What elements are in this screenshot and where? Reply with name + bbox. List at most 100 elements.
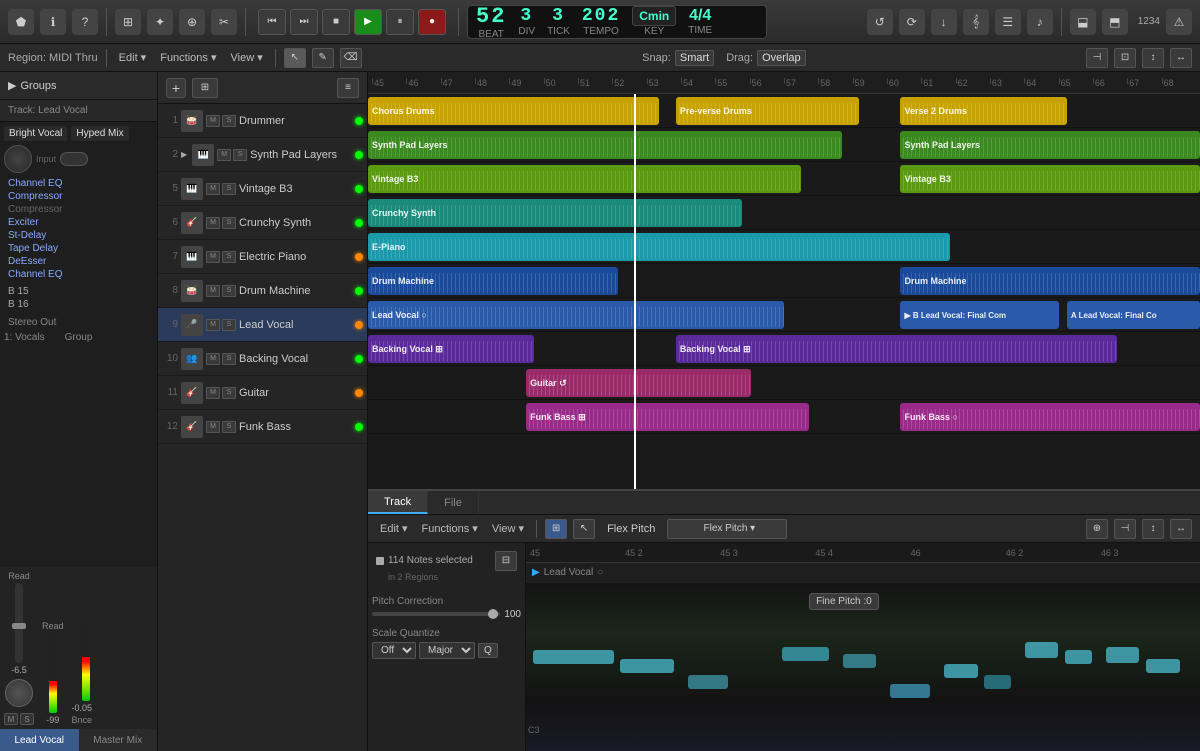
clip-funk-bass2[interactable]: Funk Bass ○ xyxy=(900,403,1200,431)
play-button[interactable]: ▶ xyxy=(354,9,382,35)
clip-vintage2[interactable]: Vintage B3 xyxy=(900,165,1200,193)
bottom-align-btn[interactable]: ⊣ xyxy=(1114,519,1136,539)
bottom-tool-link[interactable]: ⊞ xyxy=(545,519,567,539)
pitch-blob-10[interactable] xyxy=(1065,650,1092,664)
plugin-compressor2[interactable]: Compressor xyxy=(4,203,153,216)
clip-guitar[interactable]: Guitar ↺ xyxy=(526,369,751,397)
add-track-button[interactable]: + xyxy=(166,78,186,98)
clip-lead-vocal1[interactable]: Lead Vocal ○ xyxy=(368,301,784,329)
pitch-blob-6[interactable] xyxy=(890,684,930,698)
file-tab[interactable]: File xyxy=(428,491,479,514)
clip-synth-pad1[interactable]: Synth Pad Layers xyxy=(368,131,842,159)
pitch-blob-3[interactable] xyxy=(688,675,728,689)
warning-icon[interactable]: ⚠ xyxy=(1166,9,1192,35)
stop-button[interactable]: ■ xyxy=(322,9,350,35)
mute-drummer[interactable]: M xyxy=(206,115,220,127)
main-fader[interactable] xyxy=(15,583,23,663)
solo-vintage[interactable]: S xyxy=(222,183,236,195)
help-icon[interactable]: ? xyxy=(72,9,98,35)
solo-synth[interactable]: S xyxy=(233,149,247,161)
solo-guitar[interactable]: S xyxy=(222,387,236,399)
plugin-st-delay[interactable]: St-Delay xyxy=(4,229,153,242)
editors-icon[interactable]: ☰ xyxy=(995,9,1021,35)
input-toggle[interactable] xyxy=(60,152,88,166)
clip-verse2-drums[interactable]: Verse 2 Drums xyxy=(900,97,1066,125)
pitch-blob-7[interactable] xyxy=(944,664,978,678)
lead-vocal-tab[interactable]: Lead Vocal xyxy=(0,729,79,751)
clip-vintage1[interactable]: Vintage B3 xyxy=(368,165,801,193)
clip-funk-bass1[interactable]: Funk Bass ⊞ xyxy=(526,403,809,431)
input-knob[interactable] xyxy=(4,145,32,173)
master-mix-tab[interactable]: Master Mix xyxy=(79,729,158,751)
clip-lead-vocal3[interactable]: A Lead Vocal: Final Co xyxy=(1067,301,1200,329)
track-view-button[interactable]: ≡ xyxy=(337,78,359,98)
solo-bass[interactable]: S xyxy=(222,421,236,433)
snap-value[interactable]: Smart xyxy=(675,50,714,66)
zoom-tool[interactable]: ⊡ xyxy=(1114,48,1136,68)
rewind-button[interactable]: ⏮ xyxy=(258,9,286,35)
track-tab[interactable]: Track xyxy=(368,491,428,514)
pause-button[interactable]: ⏸ xyxy=(386,9,414,35)
left-panel-icon[interactable]: ⬓ xyxy=(1070,9,1096,35)
edit-menu-button[interactable]: Edit ▾ xyxy=(115,49,151,66)
plugin-tape-delay[interactable]: Tape Delay xyxy=(4,242,153,255)
eraser-tool[interactable]: ⌫ xyxy=(340,48,362,68)
solo-epiano[interactable]: S xyxy=(222,251,236,263)
mute-crunchy[interactable]: M xyxy=(206,217,220,229)
groups-header[interactable]: ▶ Groups xyxy=(0,72,157,100)
plugin-deesser[interactable]: DeEsser xyxy=(4,255,153,268)
clip-chorus-drums[interactable]: Chorus Drums xyxy=(368,97,659,125)
zoom-h-tool[interactable]: ↔ xyxy=(1170,48,1192,68)
clip-crunchy[interactable]: Crunchy Synth xyxy=(368,199,742,227)
solo-drum[interactable]: S xyxy=(222,285,236,297)
edit-mode-icon[interactable]: ✦ xyxy=(147,9,173,35)
bottom-zoom-h-btn[interactable]: ↔ xyxy=(1170,519,1192,539)
plugin-compressor[interactable]: Compressor xyxy=(4,190,153,203)
clip-preverse-drums[interactable]: Pre-verse Drums xyxy=(676,97,859,125)
info-icon[interactable]: ℹ xyxy=(40,9,66,35)
flex-pitch-select[interactable]: Flex Pitch ▾ xyxy=(667,519,787,539)
clip-drum-machine1[interactable]: Drum Machine xyxy=(368,267,618,295)
mute-vintage[interactable]: M xyxy=(206,183,220,195)
preset2-button[interactable]: Hyped Mix xyxy=(71,126,128,141)
pointer-tool[interactable]: ↖ xyxy=(284,48,306,68)
solo-drummer[interactable]: S xyxy=(222,115,236,127)
app-logo-icon[interactable]: ⬟ xyxy=(8,9,34,35)
plugin-channel-eq[interactable]: Channel EQ xyxy=(4,177,153,190)
pitch-blob-11[interactable] xyxy=(1106,647,1140,663)
solo-lead[interactable]: S xyxy=(222,319,236,331)
bottom-edit-button[interactable]: Edit ▾ xyxy=(376,520,412,537)
mute-epiano[interactable]: M xyxy=(206,251,220,263)
mute-btn[interactable]: M xyxy=(4,713,18,725)
bottom-tool-pointer[interactable]: ↖ xyxy=(573,519,595,539)
solo-crunchy[interactable]: S xyxy=(222,217,236,229)
clip-lead-vocal2[interactable]: ▶ B Lead Vocal: Final Com xyxy=(900,301,1058,329)
plugin-channel-eq2[interactable]: Channel EQ xyxy=(4,268,153,281)
quantize-button[interactable]: Q xyxy=(478,643,498,658)
pitch-blob-2[interactable] xyxy=(620,659,674,673)
add-tracks-icon[interactable]: ⊕ xyxy=(179,9,205,35)
scale-major-select[interactable]: Major xyxy=(419,642,475,659)
clip-epiano[interactable]: E-Piano xyxy=(368,233,950,261)
plugin-exciter[interactable]: Exciter xyxy=(4,216,153,229)
cpu-icon[interactable]: ⊞ xyxy=(115,9,141,35)
mute-guitar[interactable]: M xyxy=(206,387,220,399)
bottom-zoom-btn[interactable]: ⊕ xyxy=(1086,519,1108,539)
clip-drum-machine2[interactable]: Drum Machine xyxy=(900,267,1200,295)
mute-synth[interactable]: M xyxy=(217,149,231,161)
mute-drum[interactable]: M xyxy=(206,285,220,297)
scissors-icon[interactable]: ✂ xyxy=(211,9,237,35)
scale-off-select[interactable]: Off xyxy=(372,642,416,659)
preset1-button[interactable]: Bright Vocal xyxy=(4,126,67,141)
mute-bass[interactable]: M xyxy=(206,421,220,433)
pitch-blob-5[interactable] xyxy=(843,654,877,668)
mixer-icon[interactable]: 𝄞 xyxy=(963,9,989,35)
right-panel-icon[interactable]: ⬒ xyxy=(1102,9,1128,35)
clip-backing2[interactable]: Backing Vocal ⊞ xyxy=(676,335,1117,363)
zoom-v-tool[interactable]: ↕ xyxy=(1142,48,1164,68)
cycle-icon[interactable]: ↺ xyxy=(867,9,893,35)
bottom-zoom-v-btn[interactable]: ↕ xyxy=(1142,519,1164,539)
solo-backing[interactable]: S xyxy=(222,353,236,365)
bottom-view-button[interactable]: View ▾ xyxy=(488,520,528,537)
track-options-button[interactable]: ⊞ xyxy=(192,78,218,98)
